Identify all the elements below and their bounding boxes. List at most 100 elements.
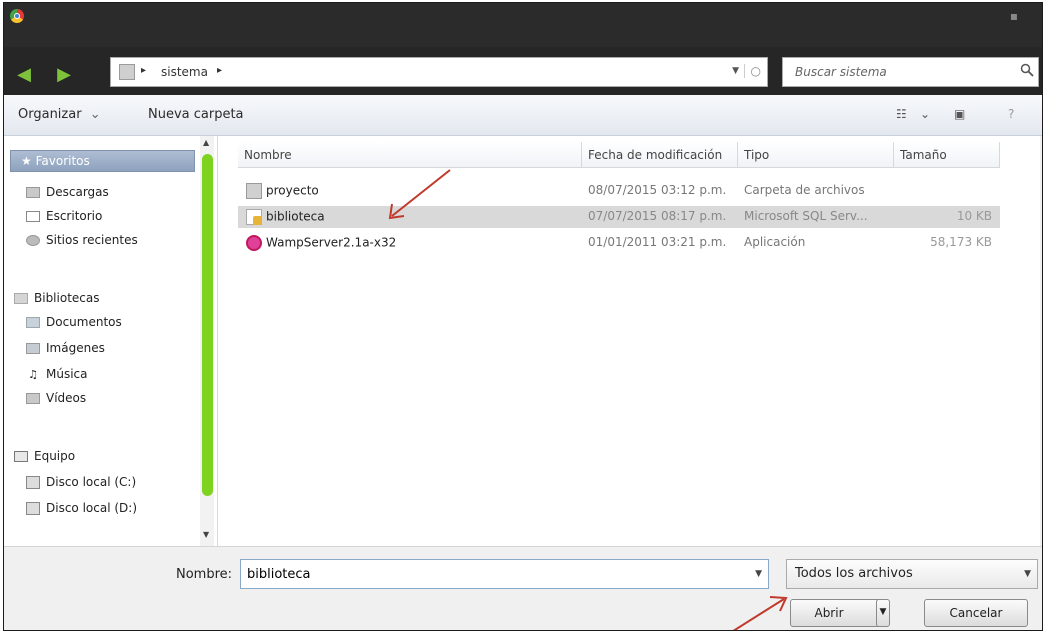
desktop-icon [26,211,40,222]
scroll-down-icon[interactable]: ▼ [203,530,209,539]
sidebar-item-libraries[interactable]: Bibliotecas [14,288,99,308]
refresh-icon[interactable]: ○ [743,64,761,78]
annotation-arrow [388,169,451,220]
file-modified: 08/07/2015 03:12 p.m. [588,183,727,197]
chevron-down-icon: ▼ [1024,569,1031,579]
filename-field[interactable]: ▼ [240,559,769,589]
help-icon[interactable]: ? [1008,107,1014,121]
sidebar-item-label: Descargas [46,185,109,199]
file-name: WampServer2.1a-x32 [266,235,397,250]
sidebar-item-documents[interactable]: Documentos [26,312,122,332]
sidebar-item-label: Música [46,367,88,381]
organize-button[interactable]: Organizar ⌄ [18,107,101,122]
column-header-type[interactable]: Tipo [738,142,894,168]
dialog-footer: Nombre: ▼ Todos los archivos ▼ Abrir ▼ C… [4,546,1042,630]
sidebar-item-label: Equipo [34,449,76,463]
file-name: biblioteca [266,209,325,224]
recent-places-icon [26,235,40,246]
sidebar-item-label: Disco local (D:) [46,501,138,515]
disk-icon [26,476,40,489]
new-folder-button[interactable]: Nueva carpeta [148,107,244,122]
sidebar-item-label: Sitios recientes [46,233,138,247]
command-toolbar: Organizar ⌄ Nueva carpeta ☷ ⌄ ▣ ? [4,95,1042,136]
file-name-cell: proyecto [246,183,319,199]
table-row[interactable]: proyecto 08/07/2015 03:12 p.m. Carpeta d… [238,180,1000,202]
star-icon: ★ [21,154,32,168]
open-dropdown-button[interactable]: ▼ [876,599,890,627]
sidebar-item-downloads[interactable]: Descargas [26,182,109,202]
chrome-icon [10,9,24,23]
folder-icon [119,64,135,80]
file-name: proyecto [266,183,319,198]
file-type-filter-value: Todos los archivos [795,566,913,581]
file-modified: 07/07/2015 08:17 p.m. [588,209,727,223]
navigation-bar: ◀ ▶ ▸ sistema ▸ ▼ ○ [4,47,1042,95]
downloads-icon [26,187,40,198]
chevron-down-icon[interactable]: ⌄ [920,107,930,121]
chevron-down-icon: ▼ [879,607,887,617]
file-type: Microsoft SQL Serv... [744,209,868,223]
minimize-icon[interactable]: ▪ [1004,9,1024,23]
folder-icon [246,183,262,199]
address-dropdown-icon[interactable]: ▼ [732,66,739,76]
file-size: 58,173 KB [930,235,992,249]
sidebar-item-label: Bibliotecas [34,291,100,305]
scroll-up-icon[interactable]: ▲ [203,138,209,147]
sidebar-item-recent-places[interactable]: Sitios recientes [26,230,138,250]
preview-pane-icon[interactable]: ▣ [954,107,965,121]
disk-icon [26,502,40,515]
file-name-cell: biblioteca [246,209,325,225]
sidebar-item-pictures[interactable]: Imágenes [26,338,105,358]
pictures-icon [26,343,40,354]
sidebar-item-label: Favoritos [35,154,90,168]
view-options-icon[interactable]: ☷ [896,107,907,121]
forward-arrow-icon[interactable]: ▶ [54,65,74,85]
breadcrumb-separator[interactable]: ▸ [217,65,222,76]
table-row-selected[interactable]: biblioteca 07/07/2015 08:17 p.m. Microso… [238,206,1000,228]
search-icon[interactable] [1020,63,1034,81]
open-button-label: Abrir [814,606,844,620]
column-header-name[interactable]: Nombre [238,142,582,168]
breadcrumb-separator: ▸ [141,65,147,76]
filename-label: Nombre: [176,567,233,582]
file-open-dialog: ▪ ◀ ▶ ▸ sistema ▸ ▼ ○ Organizar ⌄ Nueva … [3,2,1043,631]
file-type: Aplicación [744,235,806,249]
sidebar-item-label: Documentos [46,315,122,329]
computer-icon [14,451,28,462]
chevron-down-icon[interactable]: ▼ [755,569,762,579]
sidebar-scrollbar-thumb[interactable] [202,154,213,496]
music-icon: ♫ [28,368,38,381]
file-size: 10 KB [956,209,992,223]
chevron-down-icon: ⌄ [89,107,101,122]
table-row[interactable]: WampServer2.1a-x32 01/01/2011 03:21 p.m.… [238,232,1000,254]
sidebar-item-label: Vídeos [46,391,87,405]
search-box[interactable] [782,57,1039,87]
navigation-pane: ★ Favoritos Descargas Escritorio Sitios … [4,136,218,546]
file-type: Carpeta de archivos [744,183,865,197]
back-arrow-icon[interactable]: ◀ [14,65,34,85]
file-list: Nombre Fecha de modificación Tipo Tamaño… [218,136,1040,546]
sidebar-item-favorites[interactable]: ★ Favoritos [10,150,195,172]
column-header-modified[interactable]: Fecha de modificación [582,142,738,168]
cancel-button[interactable]: Cancelar [924,599,1028,627]
sidebar-item-label: Escritorio [46,209,103,223]
documents-icon [26,317,40,328]
column-header-size[interactable]: Tamaño [894,142,1000,168]
filename-input[interactable] [245,566,729,583]
sidebar-item-computer[interactable]: Equipo [14,446,75,466]
sidebar-item-disk-c[interactable]: Disco local (C:) [26,472,136,492]
address-bar[interactable]: ▸ sistema ▸ ▼ ○ [110,57,768,87]
search-input[interactable] [793,64,997,80]
sidebar-item-label: Imágenes [46,341,105,355]
sidebar-item-disk-d[interactable]: Disco local (D:) [26,498,137,518]
breadcrumb-item-sistema[interactable]: sistema [161,65,208,79]
file-modified: 01/01/2011 03:21 p.m. [588,235,727,249]
file-name-cell: WampServer2.1a-x32 [246,235,396,251]
file-type-filter[interactable]: Todos los archivos ▼ [786,559,1038,589]
sidebar-item-label: Disco local (C:) [46,475,137,489]
open-button[interactable]: Abrir [790,599,886,627]
sidebar-item-music[interactable]: ♫ Música [26,364,88,384]
sidebar-item-videos[interactable]: Vídeos [26,388,86,408]
videos-icon [26,393,40,404]
sidebar-item-desktop[interactable]: Escritorio [26,206,102,226]
